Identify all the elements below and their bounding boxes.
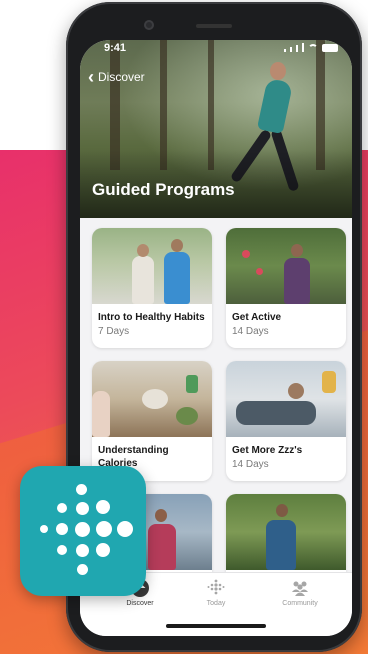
logo-dot [57, 545, 67, 555]
signal-icon [290, 47, 292, 52]
plate-decoration [176, 407, 198, 425]
program-image [92, 228, 212, 304]
hero-image: 9:41 ‹ Discover Guided Programs [80, 40, 352, 218]
tab-label: Today [206, 600, 226, 607]
tab-today[interactable]: Today [186, 579, 246, 607]
tab-community[interactable]: Community [270, 579, 330, 607]
logo-dot [76, 544, 89, 557]
program-duration: 14 Days [232, 326, 269, 337]
runner-figure [256, 77, 294, 135]
cup-decoration [186, 375, 198, 393]
dots-icon [207, 579, 225, 595]
logo-dot [76, 502, 89, 515]
person-head [155, 509, 167, 522]
program-duration: 14 Days [232, 459, 269, 470]
person-head [137, 244, 149, 257]
lamp-decoration [322, 371, 336, 393]
person-figure [284, 258, 310, 304]
program-image [226, 361, 346, 437]
person-figure [236, 401, 316, 425]
program-card-calories[interactable]: Understanding Calories [92, 361, 212, 481]
home-indicator [166, 624, 266, 628]
program-card-get-active[interactable]: Get Active 14 Days [226, 228, 346, 348]
program-image [226, 494, 346, 570]
status-icons [284, 43, 338, 52]
program-card-healthy-habits[interactable]: Intro to Healthy Habits 7 Days [92, 228, 212, 348]
logo-dot [40, 525, 48, 533]
tab-label: Community [282, 600, 318, 607]
program-duration: 7 Days [98, 326, 130, 337]
chevron-left-icon: ‹ [88, 67, 94, 87]
logo-dot [96, 543, 110, 557]
back-button[interactable]: ‹ Discover [88, 67, 145, 87]
logo-dot [75, 522, 90, 537]
signal-icon [284, 49, 286, 52]
wifi-icon [308, 44, 318, 52]
program-card-sleep[interactable]: Get More Zzz's 14 Days [226, 361, 346, 481]
signal-icon [296, 45, 298, 52]
back-label: Discover [98, 70, 145, 84]
logo-dot [117, 521, 133, 537]
logo-dot [96, 500, 110, 514]
page-title: Guided Programs [92, 180, 235, 199]
flower-decoration [242, 250, 250, 258]
logo-dot [96, 521, 112, 537]
logo-dot [56, 523, 68, 535]
tab-label: Discover [126, 600, 154, 607]
front-camera [144, 20, 154, 30]
person-figure [132, 256, 154, 304]
runner-head [270, 62, 286, 80]
person-head [288, 383, 304, 399]
person-figure [164, 252, 190, 304]
logo-dot [76, 484, 87, 495]
program-image [92, 361, 212, 437]
battery-icon [322, 44, 338, 52]
people-icon [292, 581, 308, 596]
signal-icon [302, 43, 304, 52]
person-head [171, 239, 183, 252]
flower-decoration [256, 268, 263, 275]
logo-dot [77, 564, 88, 575]
person-figure [92, 391, 110, 437]
person-figure [266, 520, 296, 570]
logo-dot [57, 503, 67, 513]
program-title: Get Active [232, 312, 282, 323]
person-head [291, 244, 303, 257]
phone-speaker [196, 24, 232, 28]
fitbit-logo-icon [20, 466, 146, 596]
person-head [276, 504, 288, 517]
status-time: 9:41 [104, 42, 127, 54]
program-image [226, 228, 346, 304]
plate-decoration [142, 389, 168, 409]
person-figure [148, 524, 176, 570]
program-title: Intro to Healthy Habits [98, 312, 205, 323]
program-title: Get More Zzz's [232, 445, 303, 456]
